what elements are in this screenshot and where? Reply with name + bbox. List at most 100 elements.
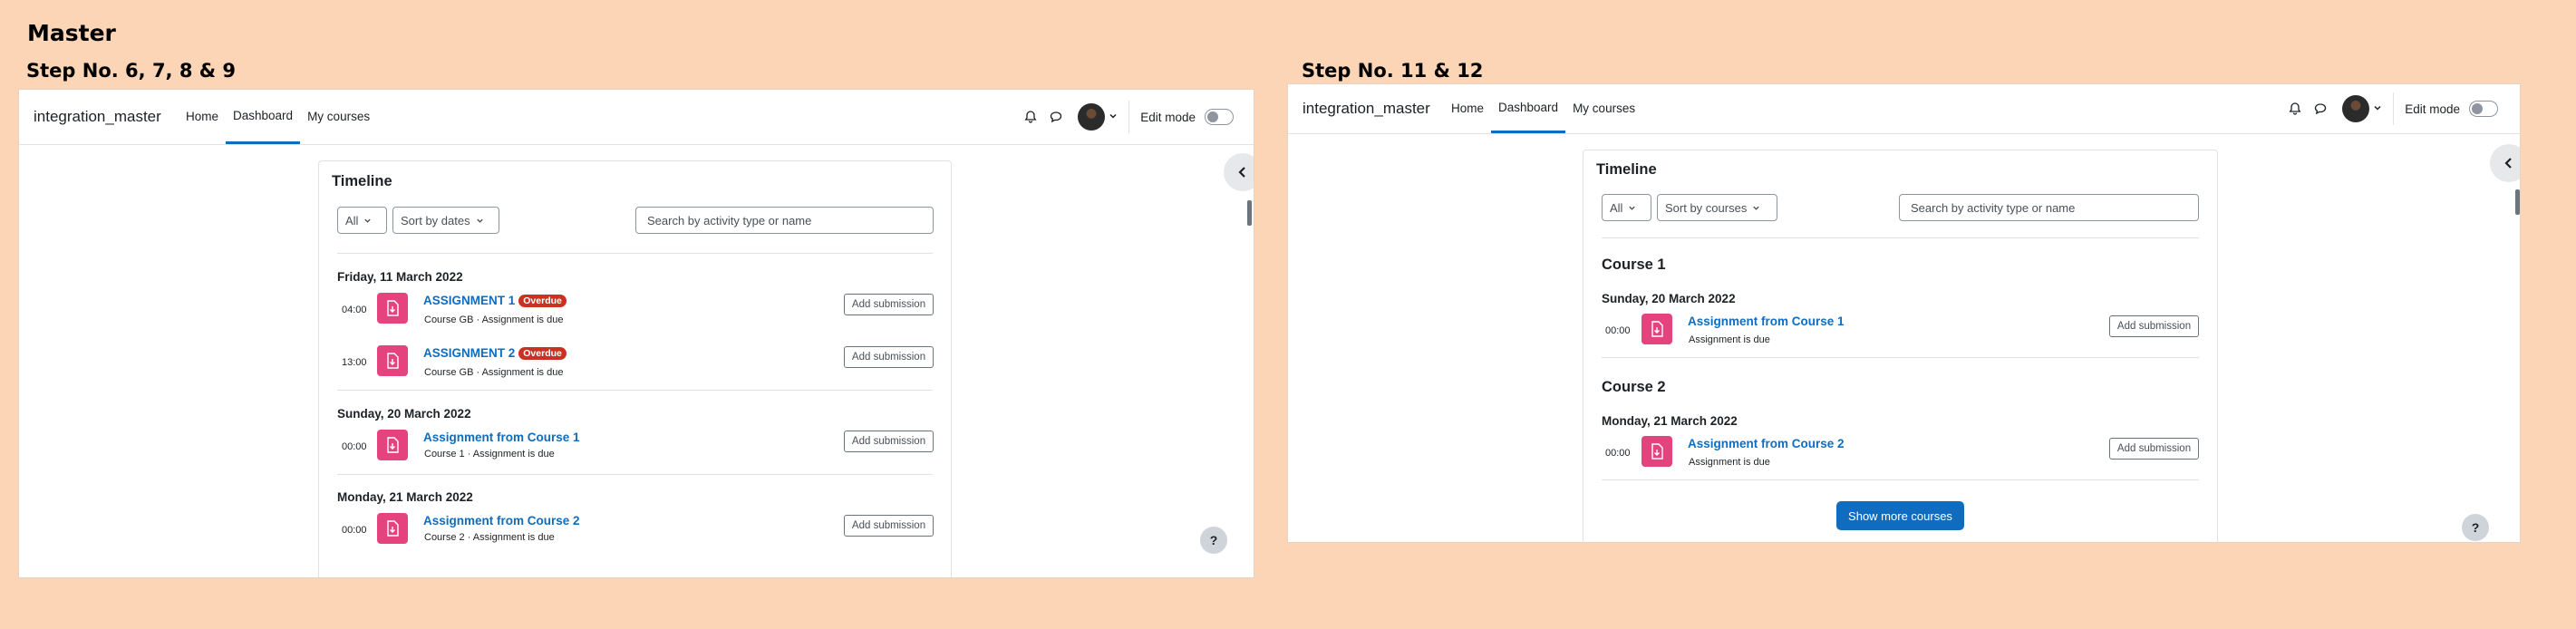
search-placeholder: Search by activity type or name	[1911, 200, 2076, 215]
chevron-down-icon	[364, 218, 372, 223]
course-heading: Course 1	[1602, 256, 1666, 273]
overdue-badge: Overdue	[518, 295, 567, 307]
primary-navigation: Home Dashboard My courses	[1444, 84, 1642, 133]
timeline-search-input[interactable]: Search by activity type or name	[1899, 194, 2199, 221]
event-name-link[interactable]: Assignment from Course 1	[1688, 314, 1845, 328]
chevron-down-icon	[1753, 206, 1760, 210]
event-subtitle: Course 2 · Assignment is due	[424, 532, 555, 543]
assignment-icon	[377, 345, 408, 376]
help-button[interactable]: ?	[2462, 514, 2489, 541]
event-subtitle: Assignment is due	[1689, 334, 1770, 345]
site-brand[interactable]: integration_master	[1303, 100, 1430, 118]
divider	[1602, 357, 2199, 358]
bell-icon[interactable]	[1018, 104, 1043, 130]
event-name-link[interactable]: Assignment from Course 2	[423, 514, 580, 527]
assignment-icon	[1641, 436, 1672, 467]
chevron-down-icon[interactable]	[2373, 101, 2382, 117]
nav-home[interactable]: Home	[179, 90, 226, 144]
event-name-link[interactable]: ASSIGNMENT 2 Overdue	[423, 346, 567, 360]
date-heading: Sunday, 20 March 2022	[1602, 292, 1736, 305]
show-more-courses-button[interactable]: Show more courses	[1836, 501, 1964, 530]
nav-dashboard[interactable]: Dashboard	[1491, 84, 1566, 133]
screenshot-panel-1: integration_master Home Dashboard My cou…	[18, 89, 1254, 578]
filter-value: All	[1610, 200, 1623, 215]
event-name-link[interactable]: Assignment from Course 2	[1688, 437, 1845, 450]
step-label-1: Step No. 6, 7, 8 & 9	[26, 60, 236, 82]
timeline-block: Timeline All Sort by dates Search by act…	[318, 160, 952, 577]
nav-my-courses[interactable]: My courses	[300, 90, 377, 144]
event-time: 00:00	[1605, 448, 1631, 459]
event-name-link[interactable]: ASSIGNMENT 1 Overdue	[423, 294, 567, 307]
chevron-left-icon	[2504, 158, 2512, 169]
edit-mode-toggle[interactable]	[2469, 101, 2498, 117]
nav-home[interactable]: Home	[1444, 84, 1491, 133]
user-avatar[interactable]	[1078, 103, 1106, 131]
add-submission-button[interactable]: Add submission	[844, 515, 934, 537]
divider	[337, 253, 933, 254]
assignment-icon	[377, 513, 408, 544]
date-heading: Friday, 11 March 2022	[337, 270, 463, 284]
nav-divider	[2393, 92, 2395, 125]
bell-icon[interactable]	[2282, 96, 2308, 121]
add-submission-button[interactable]: Add submission	[844, 346, 934, 368]
sort-value: Sort by dates	[401, 213, 470, 227]
overdue-badge: Overdue	[518, 347, 567, 360]
chevron-left-icon	[1238, 167, 1245, 178]
date-heading: Sunday, 20 March 2022	[337, 407, 471, 421]
divider	[337, 390, 933, 391]
assignment-icon	[377, 430, 408, 460]
date-heading: Monday, 21 March 2022	[337, 490, 473, 504]
event-subtitle: Course GB · Assignment is due	[424, 314, 564, 325]
message-icon[interactable]	[1043, 104, 1069, 130]
timeline-filter-dropdown[interactable]: All	[337, 207, 387, 234]
add-submission-button[interactable]: Add submission	[844, 294, 934, 315]
event-name-link[interactable]: Assignment from Course 1	[423, 431, 580, 444]
site-brand[interactable]: integration_master	[34, 108, 161, 126]
chevron-down-icon	[476, 218, 483, 223]
event-subtitle: Course 1 · Assignment is due	[424, 449, 555, 460]
timeline-search-input[interactable]: Search by activity type or name	[635, 207, 934, 234]
timeline-title: Timeline	[1596, 161, 1657, 178]
scrollbar[interactable]	[1247, 200, 1252, 226]
add-submission-button[interactable]: Add submission	[2109, 438, 2199, 460]
block-drawer-toggle[interactable]	[2490, 144, 2520, 182]
divider	[1602, 479, 2199, 480]
event-time: 00:00	[342, 441, 367, 452]
message-icon[interactable]	[2308, 96, 2333, 121]
block-drawer-toggle[interactable]	[1224, 153, 1254, 191]
nav-divider	[1128, 101, 1130, 133]
event-subtitle: Assignment is due	[1689, 457, 1770, 468]
help-button[interactable]: ?	[1200, 527, 1227, 554]
date-heading: Monday, 21 March 2022	[1602, 414, 1738, 428]
timeline-block: Timeline All Sort by courses Search by a…	[1583, 150, 2218, 542]
nav-user-area: Edit mode	[1018, 90, 1234, 144]
add-submission-button[interactable]: Add submission	[844, 431, 934, 452]
assignment-icon	[377, 293, 408, 324]
edit-mode-label: Edit mode	[1140, 110, 1196, 124]
edit-mode-label: Edit mode	[2405, 102, 2460, 116]
sort-value: Sort by courses	[1665, 200, 1748, 215]
event-time: 04:00	[342, 305, 367, 315]
divider	[1602, 237, 2199, 238]
assignment-icon	[1641, 314, 1672, 344]
scrollbar[interactable]	[2515, 189, 2520, 215]
chevron-down-icon[interactable]	[1109, 109, 1118, 125]
primary-navigation: Home Dashboard My courses	[179, 90, 377, 144]
user-avatar[interactable]	[2342, 95, 2370, 122]
nav-user-area: Edit mode	[2282, 84, 2498, 133]
timeline-sort-dropdown[interactable]: Sort by dates	[392, 207, 499, 234]
search-placeholder: Search by activity type or name	[647, 213, 812, 227]
add-submission-button[interactable]: Add submission	[2109, 315, 2199, 337]
master-heading: Master	[27, 20, 116, 46]
timeline-title: Timeline	[332, 173, 392, 189]
screenshot-panel-2: integration_master Home Dashboard My cou…	[1287, 83, 2521, 543]
nav-dashboard[interactable]: Dashboard	[226, 90, 301, 144]
edit-mode-toggle[interactable]	[1205, 109, 1234, 125]
timeline-filter-dropdown[interactable]: All	[1602, 194, 1651, 221]
timeline-sort-dropdown[interactable]: Sort by courses	[1657, 194, 1777, 221]
event-subtitle: Course GB · Assignment is due	[424, 367, 564, 378]
event-time: 00:00	[342, 525, 367, 536]
navbar: integration_master Home Dashboard My cou…	[19, 90, 1254, 145]
nav-my-courses[interactable]: My courses	[1565, 84, 1642, 133]
navbar: integration_master Home Dashboard My cou…	[1288, 84, 2520, 134]
